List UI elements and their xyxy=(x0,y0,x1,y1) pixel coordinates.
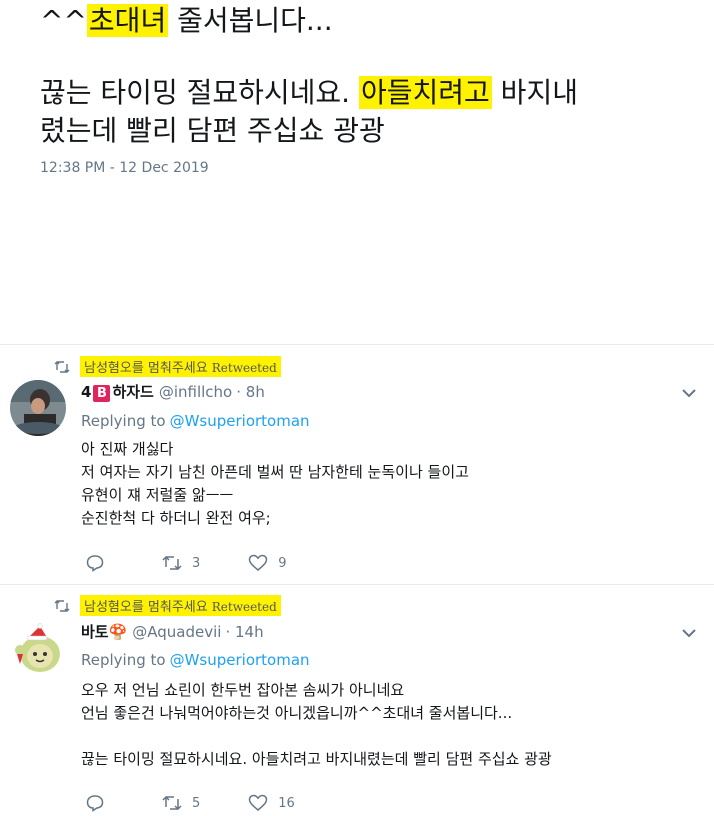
tweet-time[interactable]: · 14h xyxy=(225,623,263,641)
retweet-context: 남성혐오를 멈춰주세요 Retweeted xyxy=(54,595,281,616)
tweet-body: 아 진짜 개싫다 저 여자는 자기 남친 아픈데 벌써 딴 남자한테 눈독이나 … xyxy=(81,438,469,530)
like-count: 9 xyxy=(278,555,287,571)
retweeted-word: Retweeted xyxy=(211,600,277,614)
replying-to-link[interactable]: @Wsuperiortoman xyxy=(170,651,310,669)
chevron-down-icon[interactable] xyxy=(682,629,696,638)
display-name[interactable]: 4 B 하자드 xyxy=(81,381,154,402)
main-tweet-line-2: 끊는 타이밍 절묘하시네요. 아들치려고 바지내 xyxy=(40,74,578,112)
user-name-row: 바토🍄 @Aquadevii · 14h xyxy=(81,621,264,642)
user-name-row: 4 B 하자드 @infillcho · 8h xyxy=(81,381,265,402)
b-badge-icon: B xyxy=(93,385,111,402)
divider xyxy=(0,584,714,585)
tweet-actions: 3 9 xyxy=(86,554,335,572)
display-name[interactable]: 바토🍄 xyxy=(81,621,127,642)
replying-to-link[interactable]: @Wsuperiortoman xyxy=(170,412,310,430)
tweet-actions: 5 16 xyxy=(86,794,343,812)
retweet-icon xyxy=(162,555,182,571)
display-name-prefix: 4 xyxy=(81,383,92,401)
replying-to: Replying to @Wsuperiortoman xyxy=(81,412,310,430)
avatar[interactable] xyxy=(10,380,66,436)
main-tweet-text: 바지내 xyxy=(491,76,578,109)
retweeter-name: 남성혐오를 멈춰주세요 xyxy=(84,600,208,615)
retweeted-by-label[interactable]: 남성혐오를 멈춰주세요 Retweeted xyxy=(80,356,281,377)
retweeted-by-label[interactable]: 남성혐오를 멈춰주세요 Retweeted xyxy=(80,595,281,616)
retweet-context: 남성혐오를 멈춰주세요 Retweeted xyxy=(54,356,281,377)
main-tweet-text: 끊는 타이밍 절묘하시네요. xyxy=(40,76,359,109)
avatar-image xyxy=(10,620,66,676)
retweeted-word: Retweeted xyxy=(211,361,277,375)
reply-button[interactable] xyxy=(86,794,114,812)
tweet-text-line: 순진한척 다 하더니 완전 여우; xyxy=(81,509,271,527)
avatar[interactable] xyxy=(10,620,66,676)
tweet-text-line xyxy=(81,725,552,748)
heart-icon xyxy=(249,554,268,571)
avatar-image xyxy=(10,380,66,436)
chevron-down-icon[interactable] xyxy=(682,389,696,398)
reply-button[interactable] xyxy=(86,554,114,572)
reply-icon xyxy=(86,555,104,572)
divider xyxy=(0,344,714,345)
user-handle[interactable]: @infillcho xyxy=(159,383,232,401)
tweet-text-line: 저 여자는 자기 남친 아픈데 벌써 딴 남자한테 눈독이나 들이고 xyxy=(81,463,469,481)
heart-icon xyxy=(249,794,268,811)
highlighted-text: 초대녀 xyxy=(86,4,169,37)
tweet-text-line: 아 진짜 개싫다 xyxy=(81,440,174,458)
reply-icon xyxy=(86,795,104,812)
retweet-count: 3 xyxy=(192,555,201,571)
tweet-text-line: 오우 저 언님 쇼린이 한두번 잡아본 솜씨가 아니네요 xyxy=(81,681,405,699)
tweet-timestamp[interactable]: 12:38 PM - 12 Dec 2019 xyxy=(40,160,209,176)
tweet-text-line: 유현이 쟤 저럴줄 앎ㅡㅡ xyxy=(81,486,234,504)
main-tweet-line-3: 렸는데 빨리 담편 주십쇼 광광 xyxy=(40,114,385,147)
retweet-button[interactable]: 5 xyxy=(162,795,200,811)
tweet-text-line: 끊는 타이밍 절묘하시네요. 아들치려고 바지내렸는데 빨리 담편 주십쇼 광광 xyxy=(81,750,552,768)
tweet-body: 오우 저 언님 쇼린이 한두번 잡아본 솜씨가 아니네요 언님 좋은건 나눠먹어… xyxy=(81,679,552,771)
main-tweet-text: ^^ xyxy=(40,4,87,37)
retweet-icon xyxy=(54,360,70,373)
retweet-icon xyxy=(162,795,182,811)
retweet-icon xyxy=(54,599,70,612)
like-button[interactable]: 16 xyxy=(248,794,295,812)
tweet-time[interactable]: · 8h xyxy=(236,383,265,401)
like-count: 16 xyxy=(278,795,295,811)
retweeter-name: 남성혐오를 멈춰주세요 xyxy=(84,361,208,376)
replying-to-label: Replying to xyxy=(81,651,166,669)
like-button[interactable]: 9 xyxy=(248,554,287,572)
retweet-count: 5 xyxy=(192,795,201,811)
main-tweet-line-1: ^^초대녀 줄서봅니다... xyxy=(40,2,333,40)
user-handle[interactable]: @Aquadevii xyxy=(132,623,221,641)
highlighted-text: 아들치려고 xyxy=(358,76,492,109)
replying-to: Replying to @Wsuperiortoman xyxy=(81,651,310,669)
main-tweet-text: 줄서봅니다... xyxy=(168,4,333,37)
retweet-button[interactable]: 3 xyxy=(162,555,200,571)
display-name-suffix: 하자드 xyxy=(112,383,154,401)
tweet-text-line: 언님 좋은건 나눠먹어야하는것 아니겠읍니까^^초대녀 줄서봅니다... xyxy=(81,704,513,722)
replying-to-label: Replying to xyxy=(81,412,166,430)
